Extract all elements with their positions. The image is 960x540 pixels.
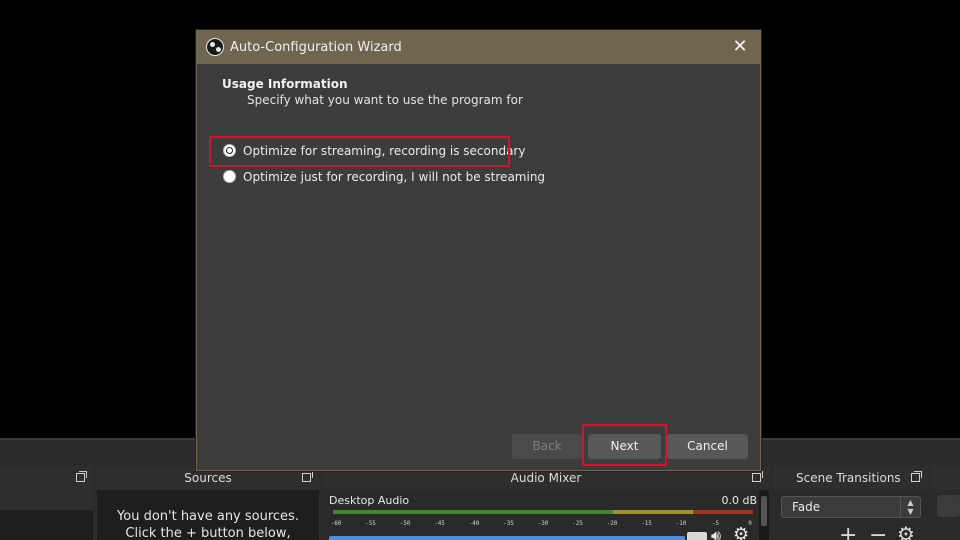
controls-dock-title	[932, 466, 960, 490]
scenes-dock	[0, 466, 93, 540]
obs-logo-icon	[206, 38, 224, 56]
sources-empty-message: You don't have any sources. Click the + …	[97, 508, 319, 540]
sources-empty-line-1: You don't have any sources.	[117, 509, 299, 524]
meter-tick-label: -40	[468, 520, 480, 527]
dialog-title: Auto-Configuration Wizard	[230, 40, 402, 55]
volume-slider[interactable]	[329, 536, 685, 540]
mixer-channel-level: 0.0 dB	[721, 494, 757, 507]
obs-window: Sources You don't have any sources. Clic…	[0, 0, 960, 540]
meter-tick-label: -25	[572, 520, 583, 527]
plus-icon[interactable]: +	[839, 525, 857, 540]
meter-scale: -60 -55 -50 -45 -40 -35 -30 -25 -20 -15 -10 -5 0	[331, 517, 755, 527]
section-subtitle: Specify what you want to use the program…	[247, 93, 523, 107]
option-recording-label[interactable]: Optimize just for recording, I will not …	[243, 168, 545, 186]
scene-transitions-title: Scene Transitions	[773, 466, 928, 490]
chevron-updown-icon: ▲ ▼	[900, 497, 920, 517]
audio-mixer-dock: Audio Mixer Desktop Audio 0.0 dB -60 -55-…	[323, 466, 769, 540]
cancel-button[interactable]: Cancel	[667, 434, 748, 459]
volume-meter	[333, 510, 753, 514]
auto-config-wizard-dialog: Auto-Configuration Wizard ✕ Usage Inform…	[196, 30, 761, 471]
meter-tick-label: -50	[399, 520, 411, 527]
meter-tick-label: -35	[503, 520, 514, 527]
meter-tick-label: -20	[606, 520, 618, 527]
scenes-list[interactable]	[0, 490, 93, 540]
sources-empty-line-2: Click the + button below,	[125, 526, 291, 540]
transition-select[interactable]: Fade ▲ ▼	[781, 496, 921, 518]
scenes-dock-title	[0, 466, 93, 490]
meter-tick-label: -30	[537, 520, 549, 527]
minus-icon[interactable]: −	[869, 525, 887, 540]
float-icon[interactable]	[752, 471, 763, 482]
controls-dock	[932, 466, 960, 540]
streaming-option-highlight	[209, 136, 510, 167]
mixer-scrollbar-thumb[interactable]	[761, 496, 767, 526]
float-icon[interactable]	[76, 471, 87, 482]
volume-slider-handle[interactable]	[687, 532, 707, 540]
meter-tick-label: -10	[675, 520, 687, 527]
scene-transitions-dock: Scene Transitions Fade ▲ ▼ + − ⚙	[773, 466, 928, 540]
gear-icon[interactable]: ⚙	[733, 524, 749, 540]
close-icon[interactable]: ✕	[728, 35, 752, 59]
meter-tick-label: -15	[641, 520, 652, 527]
control-button[interactable]	[937, 495, 960, 517]
dialog-titlebar[interactable]: Auto-Configuration Wizard ✕	[197, 31, 760, 64]
transition-select-value: Fade	[792, 500, 821, 514]
radio-button[interactable]	[223, 170, 236, 183]
float-icon[interactable]	[911, 471, 922, 482]
section-title: Usage Information	[222, 77, 348, 91]
float-icon[interactable]	[302, 471, 313, 482]
mixer-scrollbar[interactable]	[759, 490, 769, 540]
meter-tick-label: -55	[365, 520, 376, 527]
meter-tick-label: -60	[330, 520, 342, 527]
back-button[interactable]: Back	[512, 434, 582, 459]
next-button-highlight	[582, 424, 667, 466]
meter-tick-label: -45	[434, 520, 445, 527]
speaker-icon[interactable]: 🔊︎	[711, 526, 721, 540]
sources-dock: Sources You don't have any sources. Clic…	[97, 466, 319, 540]
controls-body	[932, 490, 960, 540]
mixer-channel-name: Desktop Audio	[329, 494, 410, 507]
gear-icon[interactable]: ⚙	[897, 524, 915, 540]
scene-item[interactable]	[0, 490, 93, 510]
